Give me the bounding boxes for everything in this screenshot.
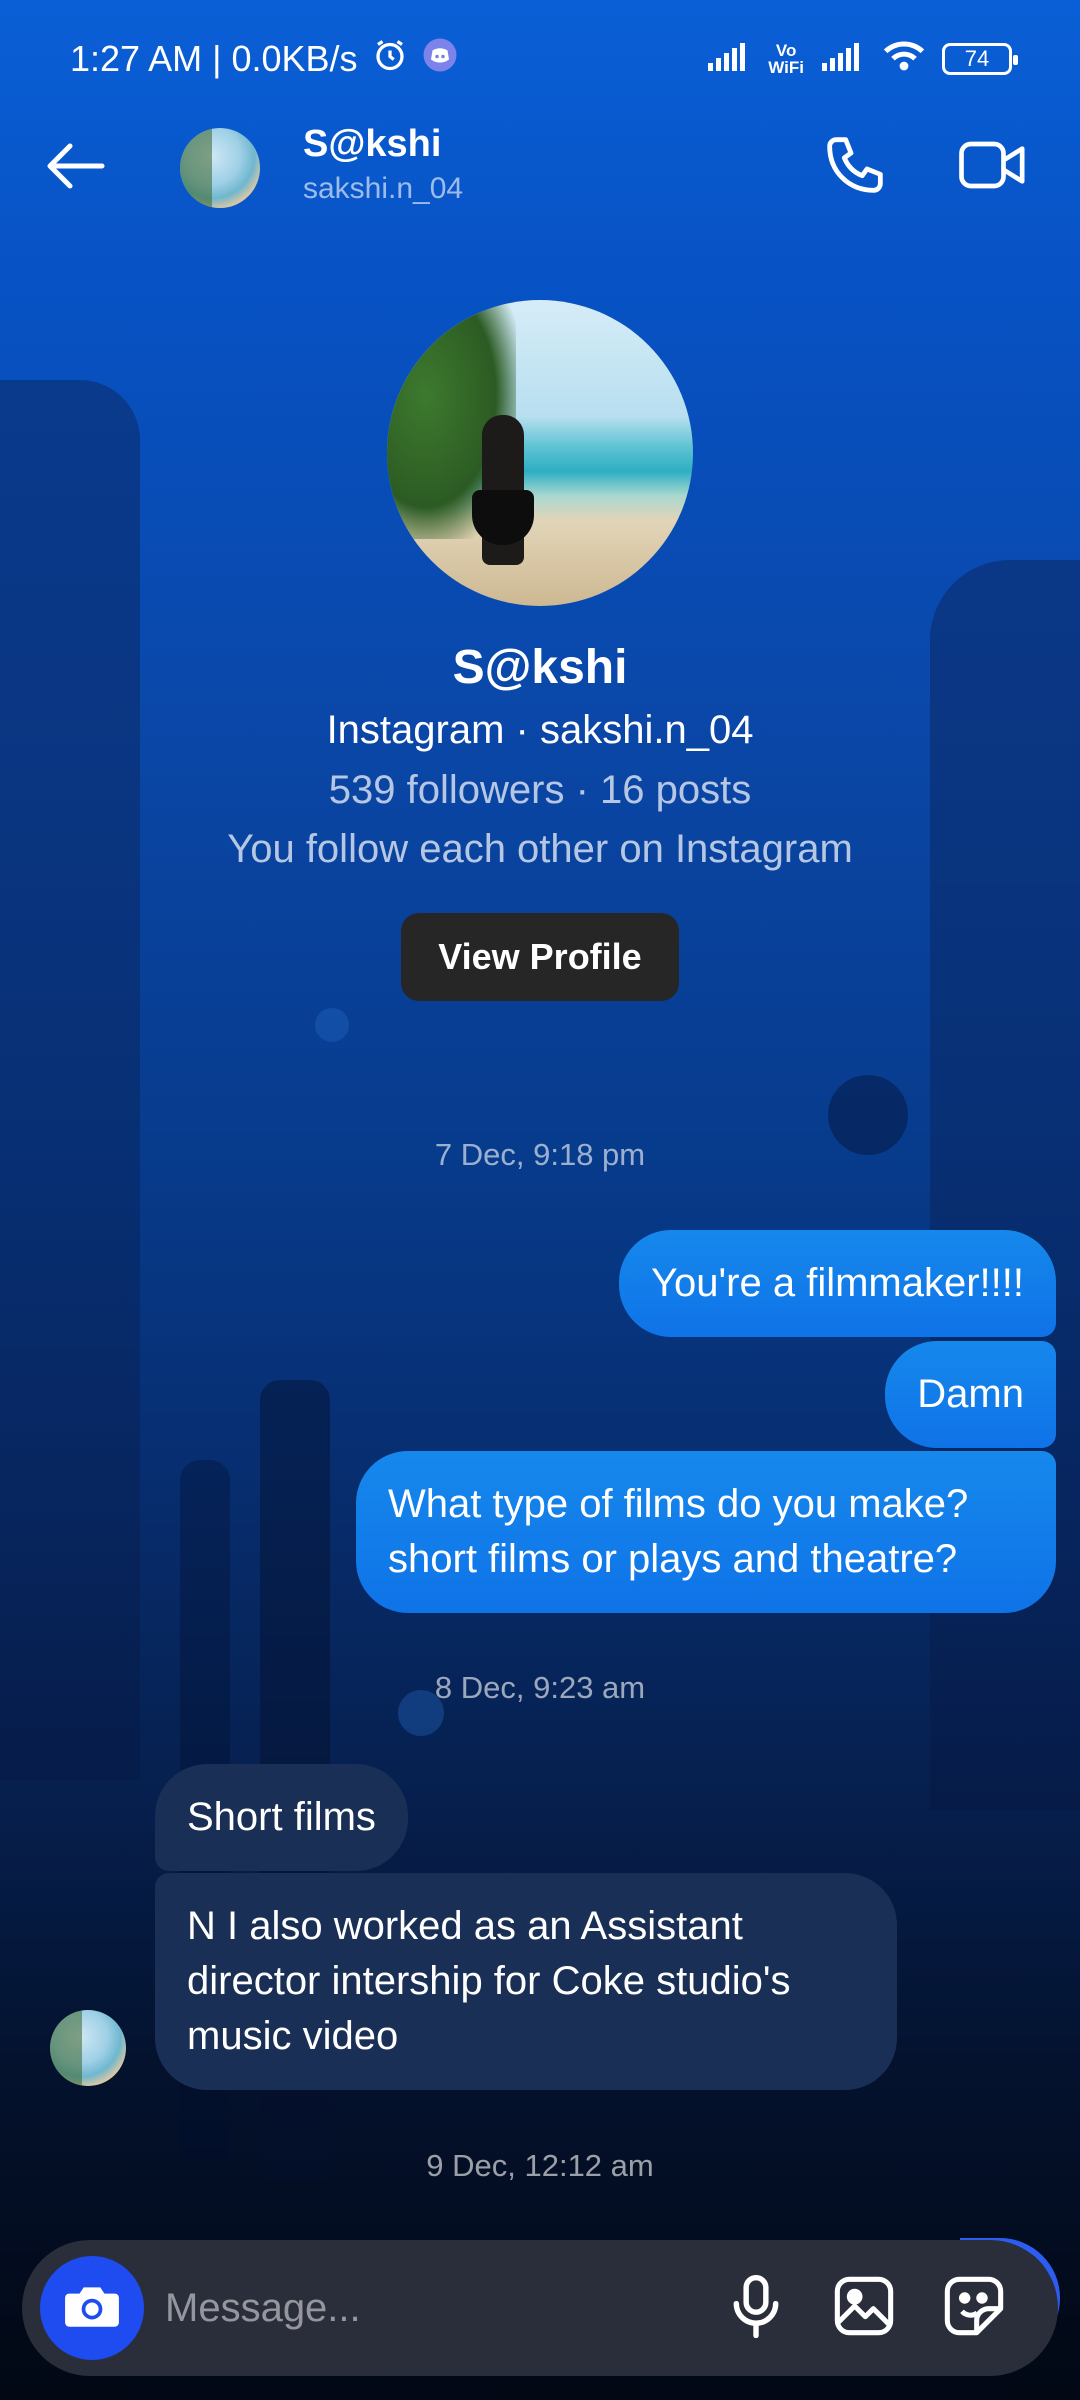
signal-icon — [706, 38, 752, 80]
camera-icon — [63, 2281, 121, 2336]
background-bubble — [315, 1008, 349, 1042]
sticker-icon — [942, 2274, 1006, 2343]
audio-call-button[interactable] — [820, 132, 890, 202]
timestamp: 9 Dec, 12:12 am — [426, 2148, 654, 2183]
video-camera-icon — [958, 136, 1028, 199]
profile-stats: 539 followers · 16 posts — [328, 768, 752, 812]
wifi-icon — [882, 38, 926, 81]
vowifi-label-top: Vo — [775, 41, 797, 60]
signal-icon — [820, 38, 866, 80]
profile-name: S@kshi — [452, 641, 628, 694]
sent-message[interactable]: What type of films do you make? short fi… — [356, 1451, 1056, 1613]
discord-icon — [422, 37, 458, 82]
view-profile-button[interactable]: View Profile — [401, 913, 679, 1001]
vowifi-icon: Vo WiFi — [768, 42, 804, 76]
timestamp: 8 Dec, 9:23 am — [434, 1670, 646, 1705]
background-rock-left — [0, 380, 140, 1780]
microphone-icon — [731, 2274, 781, 2343]
back-button[interactable] — [40, 136, 110, 200]
sticker-button[interactable] — [938, 2272, 1010, 2344]
camera-button[interactable] — [40, 2256, 144, 2360]
sent-message[interactable]: Damn — [885, 1341, 1056, 1448]
received-message[interactable]: Short films — [155, 1764, 408, 1871]
gallery-button[interactable] — [828, 2272, 900, 2344]
battery-level: 74 — [964, 46, 990, 71]
vowifi-label-bottom: WiFi — [768, 58, 804, 77]
phone-icon — [823, 133, 887, 202]
profile-picture[interactable] — [387, 300, 693, 606]
status-right: Vo WiFi 74 — [706, 38, 1018, 81]
back-arrow-icon — [44, 142, 106, 195]
header-handle: sakshi.n_04 — [303, 172, 464, 205]
header-title-block[interactable]: S@kshi sakshi.n_04 — [303, 123, 463, 206]
sender-avatar[interactable] — [50, 2010, 126, 2086]
chat-header: S@kshi sakshi.n_04 — [0, 118, 1080, 218]
profile-picture-figure-skirt — [472, 490, 534, 545]
profile-platform-handle: Instagram · sakshi.n_04 — [326, 708, 754, 752]
status-left: 1:27 AM | 0.0KB/s — [70, 37, 458, 82]
status-bar: 1:27 AM | 0.0KB/s Vo WiFi 74 — [0, 0, 1080, 118]
battery-icon: 74 — [942, 43, 1018, 75]
voice-message-button[interactable] — [722, 2272, 790, 2344]
profile-relation: You follow each other on Instagram — [227, 827, 853, 871]
status-time-speed: 1:27 AM | 0.0KB/s — [70, 38, 358, 79]
avatar[interactable] — [180, 128, 260, 208]
header-name: S@kshi — [303, 123, 442, 165]
alarm-icon — [372, 37, 408, 82]
gallery-icon — [832, 2274, 896, 2343]
received-message[interactable]: N I also worked as an Assistant director… — [155, 1873, 897, 2090]
video-call-button[interactable] — [955, 132, 1030, 202]
sent-message[interactable]: You're a filmmaker!!!! — [619, 1230, 1056, 1337]
message-input[interactable] — [165, 2268, 705, 2348]
timestamp: 7 Dec, 9:18 pm — [434, 1137, 646, 1172]
